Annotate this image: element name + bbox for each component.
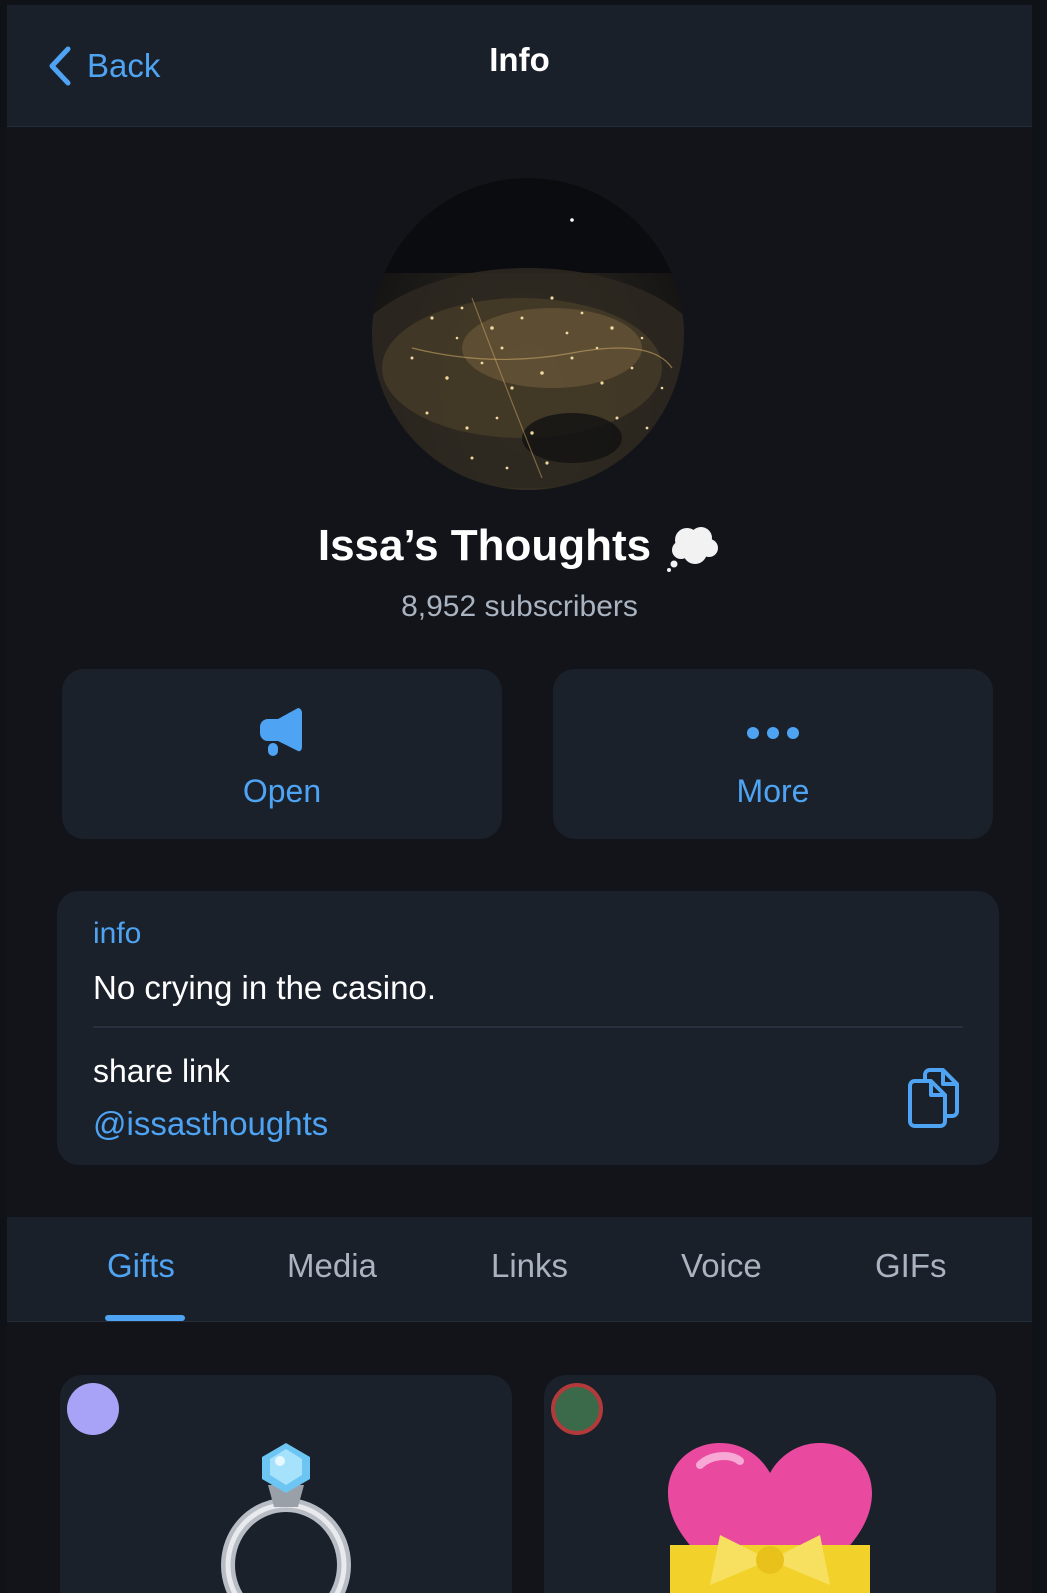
channel-name: Issa’s Thoughts [317, 521, 652, 570]
page-title: Info [489, 41, 550, 78]
more-dots-icon [747, 727, 799, 739]
tab-links[interactable]: Links [491, 1247, 568, 1285]
channel-name-row: Issa’s Thoughts [7, 520, 1032, 572]
subscriber-count: 8,952 subscribers [401, 590, 638, 623]
open-button[interactable]: Open [62, 669, 502, 839]
divider [93, 1026, 963, 1028]
tab-media[interactable]: Media [287, 1247, 377, 1285]
info-card: info No crying in the casino. share link… [57, 891, 999, 1165]
channel-description[interactable]: No crying in the casino. [93, 969, 436, 1007]
more-label: More [736, 773, 810, 809]
info-label: info [93, 917, 142, 950]
city-night-image [372, 178, 684, 488]
gift-badge [551, 1383, 603, 1435]
gift-card[interactable] [60, 1375, 512, 1593]
thought-balloon-icon [667, 527, 719, 572]
tab-gifs[interactable]: GIFs [875, 1247, 947, 1285]
channel-avatar[interactable] [372, 178, 684, 490]
copy-icon[interactable] [907, 1067, 963, 1129]
info-screen: Back Info Issa’s Thoughts 8,952 subscrib… [7, 5, 1032, 1593]
share-link[interactable]: @issasthoughts [93, 1105, 328, 1143]
tab-voice[interactable]: Voice [681, 1247, 762, 1285]
more-button[interactable]: More [553, 669, 993, 839]
gift-card[interactable] [544, 1375, 996, 1593]
share-link-label: share link [93, 1053, 230, 1089]
media-tabs: Gifts Media Links Voice GIFs [7, 1217, 1032, 1322]
heart-with-ribbon-icon [668, 1443, 872, 1593]
gift-badge [67, 1383, 119, 1435]
tab-gifts[interactable]: Gifts [107, 1247, 175, 1285]
active-tab-indicator [105, 1315, 185, 1321]
megaphone-icon [260, 708, 302, 756]
top-bar: Back Info [7, 5, 1032, 127]
open-label: Open [242, 773, 322, 809]
diamond-ring-icon [221, 1443, 351, 1593]
